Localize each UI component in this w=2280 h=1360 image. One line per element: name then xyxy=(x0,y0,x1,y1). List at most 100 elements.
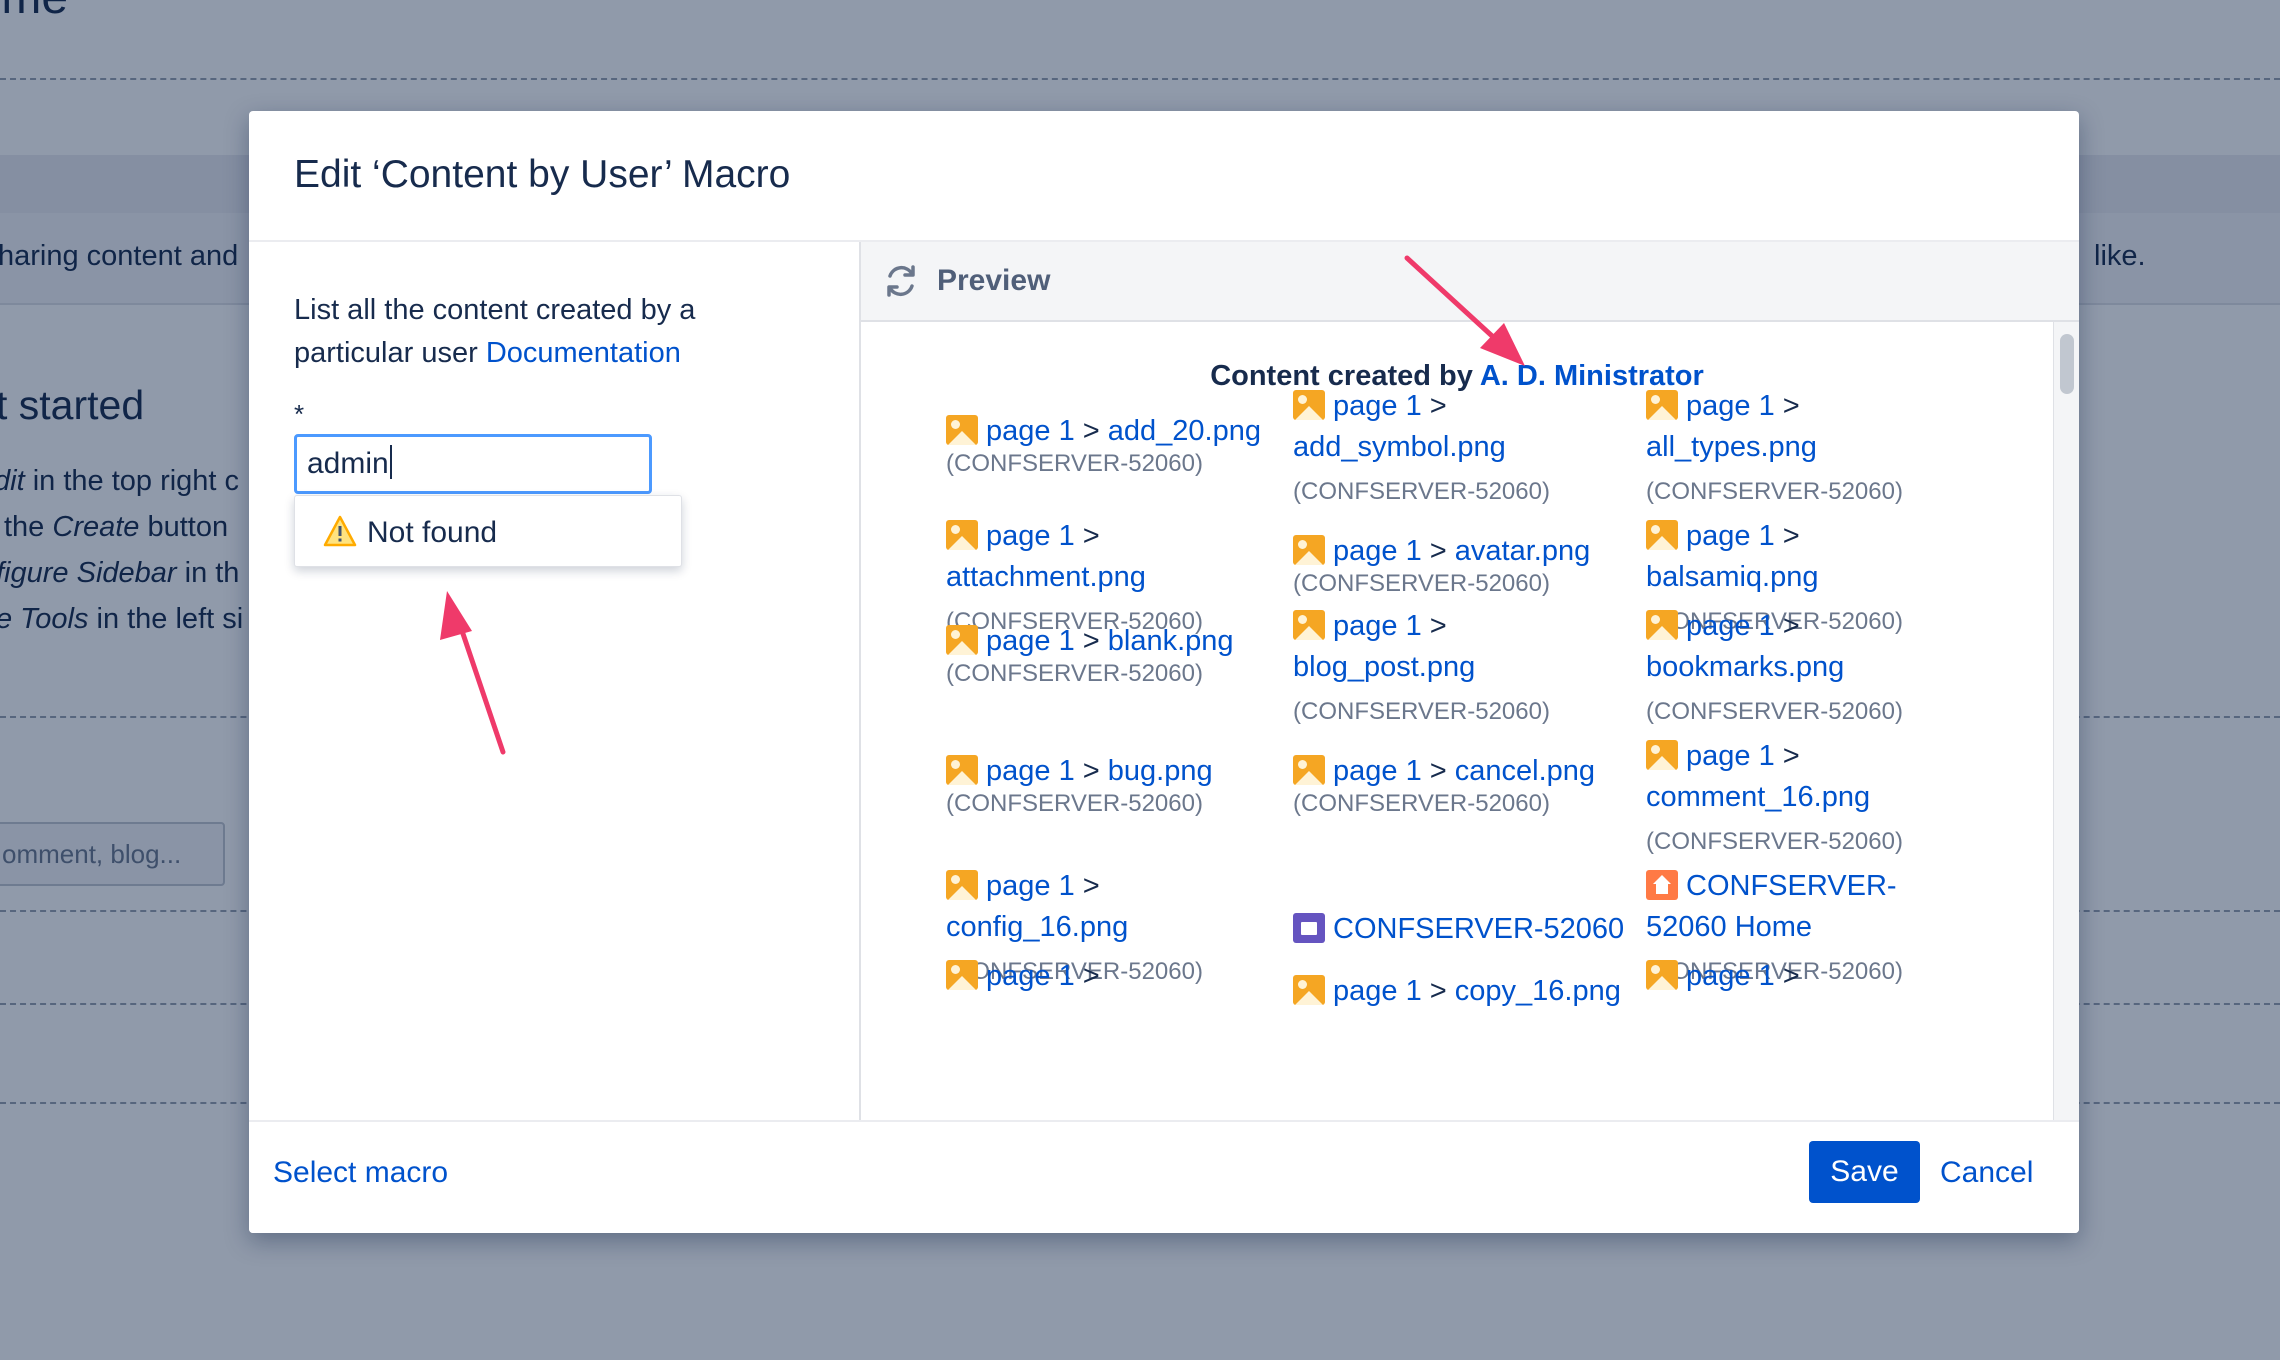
content-heading: Content created by A. D. Ministrator xyxy=(861,360,2053,393)
breadcrumb-separator: > xyxy=(1082,755,1100,787)
image-icon xyxy=(946,625,978,655)
parent-page-link[interactable]: page 1 xyxy=(1686,610,1775,642)
parent-page-link[interactable]: page 1 xyxy=(986,960,1075,992)
image-icon xyxy=(1293,535,1325,565)
attachment-link[interactable]: blog_post.png xyxy=(1293,651,1475,683)
parent-page-link[interactable]: page 1 xyxy=(1333,755,1422,787)
macro-description: List all the content created by a partic… xyxy=(294,289,814,375)
parent-page-link[interactable]: page 1 xyxy=(1333,610,1422,642)
image-icon xyxy=(1293,610,1325,640)
attachment-link[interactable]: cancel.png xyxy=(1455,755,1595,787)
parent-page-link[interactable]: page 1 xyxy=(986,870,1075,902)
space-label: (CONFSERVER-52060) xyxy=(1646,828,1903,855)
preview-header: Preview xyxy=(861,242,2079,322)
preview-scrollbar[interactable] xyxy=(2053,322,2079,1120)
attachment-link[interactable]: balsamiq.png xyxy=(1646,561,1819,593)
breadcrumb-separator: > xyxy=(1782,610,1800,642)
image-icon xyxy=(946,755,978,785)
macro-parameters-panel: List all the content created by a partic… xyxy=(249,242,861,1120)
breadcrumb-separator: > xyxy=(1429,755,1447,787)
parent-page-link[interactable]: page 1 xyxy=(986,415,1075,447)
user-input[interactable]: admin xyxy=(294,434,652,494)
space-icon xyxy=(1293,913,1325,943)
content-author-link[interactable]: A. D. Ministrator xyxy=(1480,360,1704,392)
breadcrumb-separator: > xyxy=(1782,390,1800,422)
image-icon xyxy=(1293,755,1325,785)
user-input-value: admin xyxy=(307,447,389,480)
home-page-link[interactable]: 52060 Home xyxy=(1646,911,1812,943)
attachment-link[interactable]: bug.png xyxy=(1108,755,1213,787)
space-label: (CONFSERVER-52060) xyxy=(1293,570,1550,597)
breadcrumb-separator: > xyxy=(1429,975,1447,1007)
warning-icon xyxy=(323,515,357,547)
user-suggestion-dropdown: Not found xyxy=(294,495,682,567)
image-icon xyxy=(1646,390,1678,420)
required-marker: * xyxy=(294,399,305,429)
breadcrumb-separator: > xyxy=(1782,960,1800,992)
breadcrumb-separator: > xyxy=(1782,740,1800,772)
attachment-link[interactable]: copy_16.png xyxy=(1455,975,1621,1007)
space-label: (CONFSERVER-52060) xyxy=(946,450,1203,477)
attachment-link[interactable]: attachment.png xyxy=(946,561,1146,593)
breadcrumb-separator: > xyxy=(1782,520,1800,552)
refresh-icon[interactable] xyxy=(883,263,919,299)
image-icon xyxy=(1646,740,1678,770)
attachment-link[interactable]: avatar.png xyxy=(1455,535,1590,567)
attachment-link[interactable]: add_symbol.png xyxy=(1293,431,1506,463)
parent-page-link[interactable]: page 1 xyxy=(986,520,1075,552)
attachment-link[interactable]: add_20.png xyxy=(1108,415,1261,447)
home-page-link[interactable]: CONFSERVER- xyxy=(1686,870,1897,902)
macro-dialog: Edit ‘Content by User’ Macro List all th… xyxy=(249,111,2079,1233)
image-icon xyxy=(1293,975,1325,1005)
preview-content: Content created by A. D. Ministrator pag… xyxy=(861,322,2053,1120)
not-found-message: Not found xyxy=(367,516,498,549)
breadcrumb-separator: > xyxy=(1429,610,1447,642)
image-icon xyxy=(1646,520,1678,550)
breadcrumb-separator: > xyxy=(1429,390,1447,422)
dialog-footer: Select macro Save Cancel xyxy=(249,1120,2079,1233)
image-icon xyxy=(1646,960,1678,990)
attachment-link[interactable]: config_16.png xyxy=(946,911,1128,943)
scrollbar-thumb[interactable] xyxy=(2060,334,2074,394)
preview-panel: Preview Content created by A. D. Ministr… xyxy=(861,242,2079,1120)
parent-page-link[interactable]: page 1 xyxy=(986,625,1075,657)
space-label: (CONFSERVER-52060) xyxy=(1646,698,1903,725)
home-icon xyxy=(1646,870,1678,900)
breadcrumb-separator: > xyxy=(1082,520,1100,552)
breadcrumb-separator: > xyxy=(1082,960,1100,992)
parent-page-link[interactable]: page 1 xyxy=(1333,535,1422,567)
breadcrumb-separator: > xyxy=(1082,415,1100,447)
select-macro-link[interactable]: Select macro xyxy=(273,1156,448,1190)
attachment-link[interactable]: blank.png xyxy=(1108,625,1234,657)
space-label: (CONFSERVER-52060) xyxy=(946,660,1203,687)
space-label: (CONFSERVER-52060) xyxy=(1293,478,1550,505)
space-label: (CONFSERVER-52060) xyxy=(1293,698,1550,725)
breadcrumb-separator: > xyxy=(1429,535,1447,567)
image-icon xyxy=(946,415,978,445)
parent-page-link[interactable]: page 1 xyxy=(1686,960,1775,992)
attachment-link[interactable]: all_types.png xyxy=(1646,431,1817,463)
space-label: (CONFSERVER-52060) xyxy=(946,790,1203,817)
content-heading-prefix: Content created by xyxy=(1210,360,1473,392)
attachment-link[interactable]: bookmarks.png xyxy=(1646,651,1844,683)
save-button[interactable]: Save xyxy=(1809,1141,1920,1203)
image-icon xyxy=(946,870,978,900)
parent-page-link[interactable]: page 1 xyxy=(1686,740,1775,772)
preview-label: Preview xyxy=(937,264,1051,297)
space-label: (CONFSERVER-52060) xyxy=(1293,790,1550,817)
parent-page-link[interactable]: page 1 xyxy=(1333,390,1422,422)
image-icon xyxy=(1646,610,1678,640)
space-label: (CONFSERVER-52060) xyxy=(1646,478,1903,505)
cancel-button[interactable]: Cancel xyxy=(1940,1156,2033,1190)
dialog-header: Edit ‘Content by User’ Macro xyxy=(249,111,2079,241)
image-icon xyxy=(946,520,978,550)
dialog-title: Edit ‘Content by User’ Macro xyxy=(294,153,791,196)
attachment-link[interactable]: comment_16.png xyxy=(1646,781,1870,813)
parent-page-link[interactable]: page 1 xyxy=(1686,520,1775,552)
parent-page-link[interactable]: page 1 xyxy=(1686,390,1775,422)
parent-page-link[interactable]: page 1 xyxy=(986,755,1075,787)
text-caret xyxy=(389,445,392,479)
parent-page-link[interactable]: page 1 xyxy=(1333,975,1422,1007)
space-link[interactable]: CONFSERVER-52060 xyxy=(1333,913,1624,945)
documentation-link[interactable]: Documentation xyxy=(486,337,681,369)
